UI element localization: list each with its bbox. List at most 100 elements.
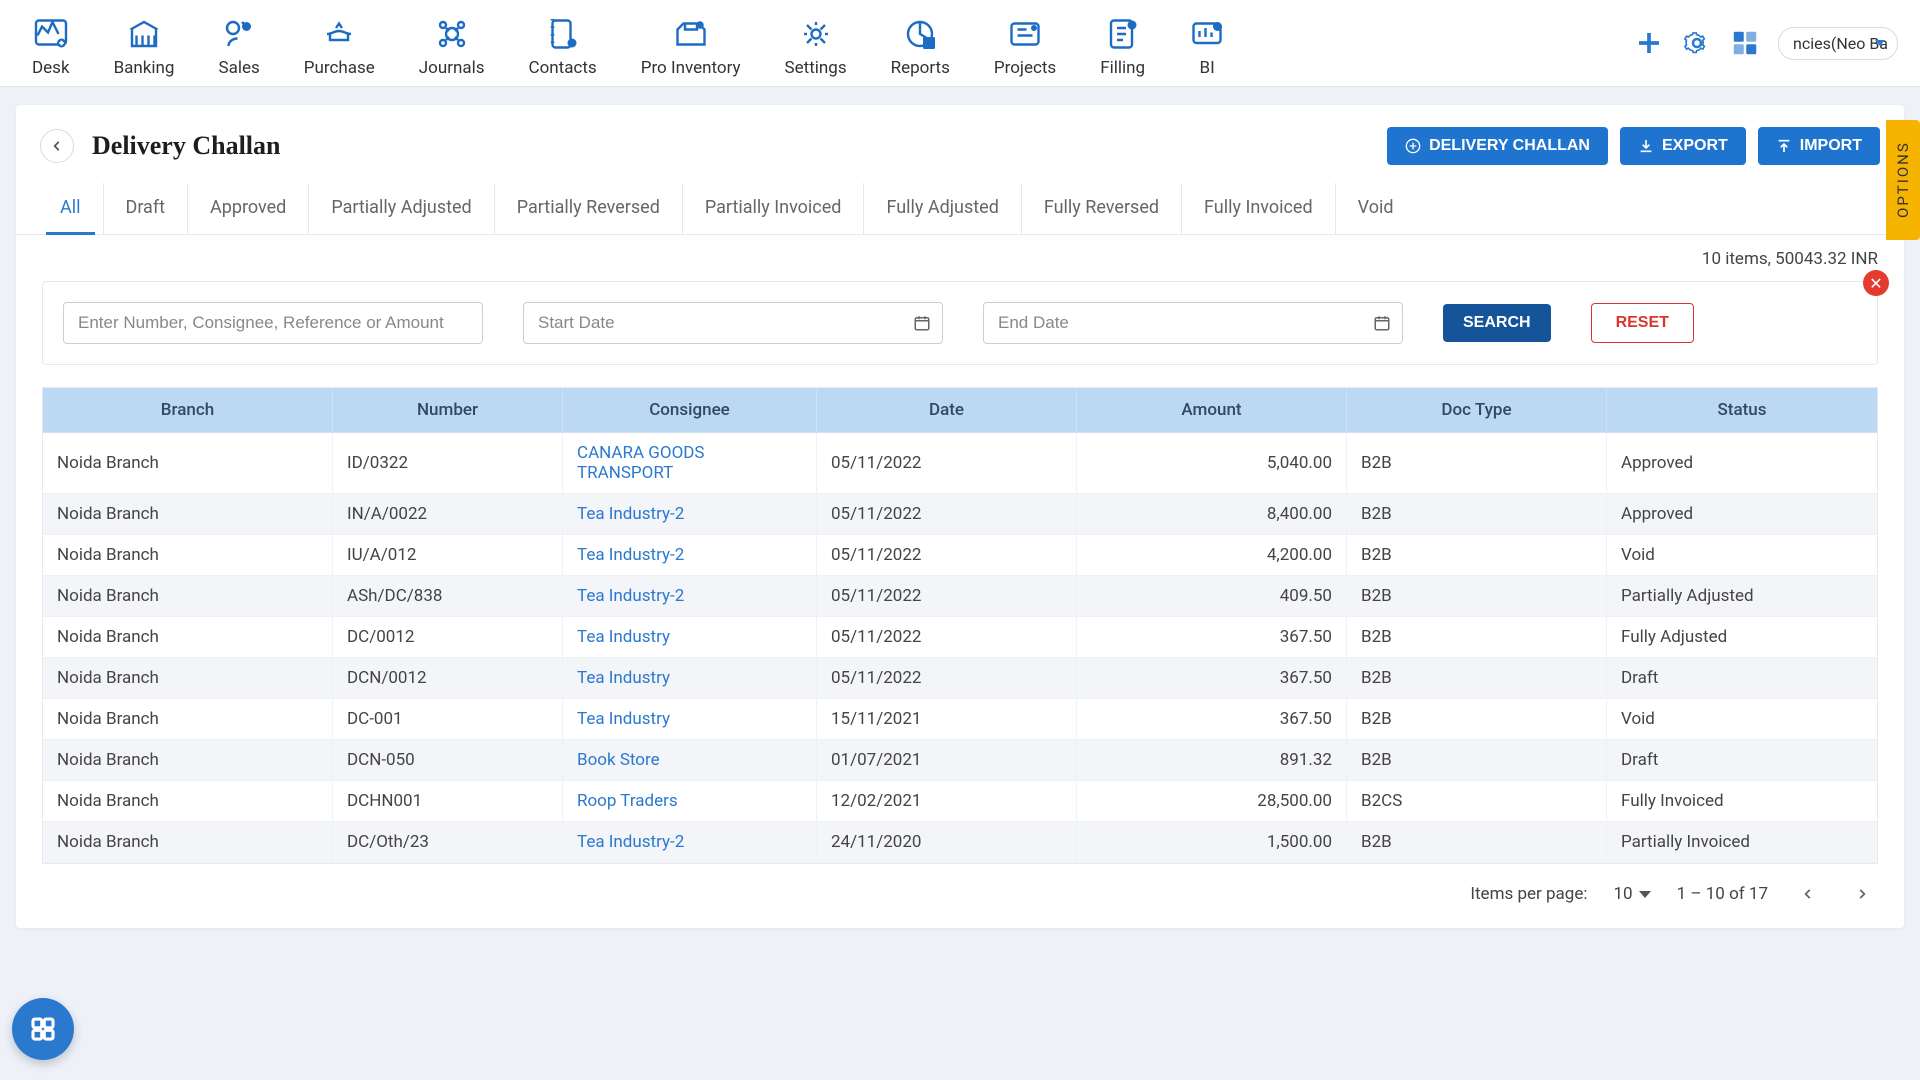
cell-amount: 1,500.00 bbox=[1077, 822, 1347, 863]
nav-label: Settings bbox=[785, 58, 847, 78]
cell-consignee[interactable]: Tea Industry-2 bbox=[563, 576, 817, 617]
table-row[interactable]: Noida BranchASh/DC/838Tea Industry-205/1… bbox=[43, 576, 1877, 617]
banking-icon bbox=[126, 16, 162, 52]
nav-banking[interactable]: Banking bbox=[92, 8, 197, 78]
col-doc-type[interactable]: Doc Type bbox=[1347, 388, 1607, 433]
calculator-icon[interactable] bbox=[1730, 28, 1760, 58]
table-row[interactable]: Noida BranchDC-001Tea Industry15/11/2021… bbox=[43, 699, 1877, 740]
prev-page-button[interactable] bbox=[1794, 880, 1822, 908]
cell-branch: Noida Branch bbox=[43, 576, 333, 617]
cell-status: Void bbox=[1607, 699, 1877, 740]
cell-status: Partially Adjusted bbox=[1607, 576, 1877, 617]
account-label: ncies(Neo Ba bbox=[1793, 34, 1888, 53]
export-button[interactable]: EXPORT bbox=[1620, 127, 1746, 165]
table-row[interactable]: Noida BranchDCN/0012Tea Industry05/11/20… bbox=[43, 658, 1877, 699]
nav-label: BI bbox=[1199, 58, 1214, 78]
cell-consignee[interactable]: Tea Industry bbox=[563, 658, 817, 699]
nav-label: Reports bbox=[891, 58, 950, 78]
table-row[interactable]: Noida BranchDC/Oth/23Tea Industry-224/11… bbox=[43, 822, 1877, 863]
nav-journals[interactable]: Journals bbox=[397, 8, 507, 78]
cell-number: DCHN001 bbox=[333, 781, 563, 822]
nav-projects[interactable]: Projects bbox=[972, 8, 1078, 78]
nav-purchase[interactable]: Purchase bbox=[282, 8, 397, 78]
cell-consignee[interactable]: Tea Industry bbox=[563, 699, 817, 740]
cell-branch: Noida Branch bbox=[43, 822, 333, 863]
tab-partially-invoiced[interactable]: Partially Invoiced bbox=[683, 183, 865, 234]
col-date[interactable]: Date bbox=[817, 388, 1077, 433]
search-button[interactable]: SEARCH bbox=[1443, 304, 1551, 342]
tab-all[interactable]: All bbox=[38, 183, 104, 234]
cell-date: 12/02/2021 bbox=[817, 781, 1077, 822]
start-date-input[interactable] bbox=[523, 302, 943, 344]
account-dropdown[interactable]: ncies(Neo Ba bbox=[1778, 27, 1898, 60]
nav-settings[interactable]: Settings bbox=[763, 8, 869, 78]
tab-partially-reversed[interactable]: Partially Reversed bbox=[495, 183, 683, 234]
col-consignee[interactable]: Consignee bbox=[563, 388, 817, 433]
table-row[interactable]: Noida BranchDC/0012Tea Industry05/11/202… bbox=[43, 617, 1877, 658]
purchase-icon bbox=[321, 16, 357, 52]
back-button[interactable] bbox=[40, 129, 74, 163]
tab-partially-adjusted[interactable]: Partially Adjusted bbox=[309, 183, 494, 234]
col-branch[interactable]: Branch bbox=[43, 388, 333, 433]
pro-inventory-icon bbox=[673, 16, 709, 52]
tab-void[interactable]: Void bbox=[1336, 183, 1416, 234]
desk-icon bbox=[33, 16, 69, 52]
nav-sales[interactable]: Sales bbox=[196, 8, 281, 78]
cell-doc-type: B2B bbox=[1347, 699, 1607, 740]
import-button[interactable]: IMPORT bbox=[1758, 127, 1880, 165]
col-amount[interactable]: Amount bbox=[1077, 388, 1347, 433]
cell-number: DCN-050 bbox=[333, 740, 563, 781]
plus-icon[interactable] bbox=[1634, 28, 1664, 58]
apps-fab[interactable] bbox=[12, 998, 74, 1060]
table-row[interactable]: Noida BranchID/0322CANARA GOODS TRANSPOR… bbox=[43, 433, 1877, 494]
close-filter-icon[interactable]: ✕ bbox=[1863, 270, 1889, 296]
page-size-select[interactable]: 10 bbox=[1613, 884, 1650, 904]
end-date-input[interactable] bbox=[983, 302, 1403, 344]
search-input[interactable] bbox=[63, 302, 483, 344]
table-row[interactable]: Noida BranchDCHN001Roop Traders12/02/202… bbox=[43, 781, 1877, 822]
next-page-button[interactable] bbox=[1848, 880, 1876, 908]
cell-consignee[interactable]: Tea Industry-2 bbox=[563, 494, 817, 535]
col-status[interactable]: Status bbox=[1607, 388, 1877, 433]
cell-number: DC-001 bbox=[333, 699, 563, 740]
nav-reports[interactable]: Reports bbox=[869, 8, 972, 78]
cell-consignee[interactable]: Tea Industry-2 bbox=[563, 535, 817, 576]
reset-button[interactable]: RESET bbox=[1591, 303, 1694, 343]
options-side-tab[interactable]: OPTIONS bbox=[1886, 120, 1920, 240]
cell-consignee[interactable]: Tea Industry bbox=[563, 617, 817, 658]
cell-number: IN/A/0022 bbox=[333, 494, 563, 535]
cell-number: IU/A/012 bbox=[333, 535, 563, 576]
nav-label: Desk bbox=[32, 58, 70, 78]
gear-icon[interactable] bbox=[1682, 28, 1712, 58]
cell-status: Void bbox=[1607, 535, 1877, 576]
cell-date: 05/11/2022 bbox=[817, 617, 1077, 658]
export-label: EXPORT bbox=[1662, 137, 1728, 155]
cell-status: Draft bbox=[1607, 658, 1877, 699]
cell-consignee[interactable]: Roop Traders bbox=[563, 781, 817, 822]
tab-fully-adjusted[interactable]: Fully Adjusted bbox=[864, 183, 1021, 234]
nav-pro-inventory[interactable]: Pro Inventory bbox=[619, 8, 763, 78]
nav-contacts[interactable]: Contacts bbox=[507, 8, 619, 78]
cell-consignee[interactable]: CANARA GOODS TRANSPORT bbox=[563, 433, 817, 494]
new-delivery-challan-button[interactable]: DELIVERY CHALLAN bbox=[1387, 127, 1608, 165]
cell-status: Fully Adjusted bbox=[1607, 617, 1877, 658]
nav-desk[interactable]: Desk bbox=[10, 8, 92, 78]
nav-filling[interactable]: Filling bbox=[1078, 8, 1167, 78]
tab-fully-invoiced[interactable]: Fully Invoiced bbox=[1182, 183, 1336, 234]
tab-approved[interactable]: Approved bbox=[188, 183, 309, 234]
status-tabs: AllDraftApprovedPartially AdjustedPartia… bbox=[16, 183, 1904, 235]
table-row[interactable]: Noida BranchIU/A/012Tea Industry-205/11/… bbox=[43, 535, 1877, 576]
cell-date: 05/11/2022 bbox=[817, 535, 1077, 576]
page-size-value: 10 bbox=[1613, 884, 1632, 904]
cell-doc-type: B2B bbox=[1347, 433, 1607, 494]
table-row[interactable]: Noida BranchIN/A/0022Tea Industry-205/11… bbox=[43, 494, 1877, 535]
col-number[interactable]: Number bbox=[333, 388, 563, 433]
cell-consignee[interactable]: Book Store bbox=[563, 740, 817, 781]
cell-status: Approved bbox=[1607, 494, 1877, 535]
nav-bi[interactable]: BI bbox=[1167, 8, 1247, 78]
tab-fully-reversed[interactable]: Fully Reversed bbox=[1022, 183, 1182, 234]
cell-consignee[interactable]: Tea Industry-2 bbox=[563, 822, 817, 863]
table-row[interactable]: Noida BranchDCN-050Book Store01/07/20218… bbox=[43, 740, 1877, 781]
search-button-label: SEARCH bbox=[1463, 314, 1531, 332]
tab-draft[interactable]: Draft bbox=[104, 183, 189, 234]
